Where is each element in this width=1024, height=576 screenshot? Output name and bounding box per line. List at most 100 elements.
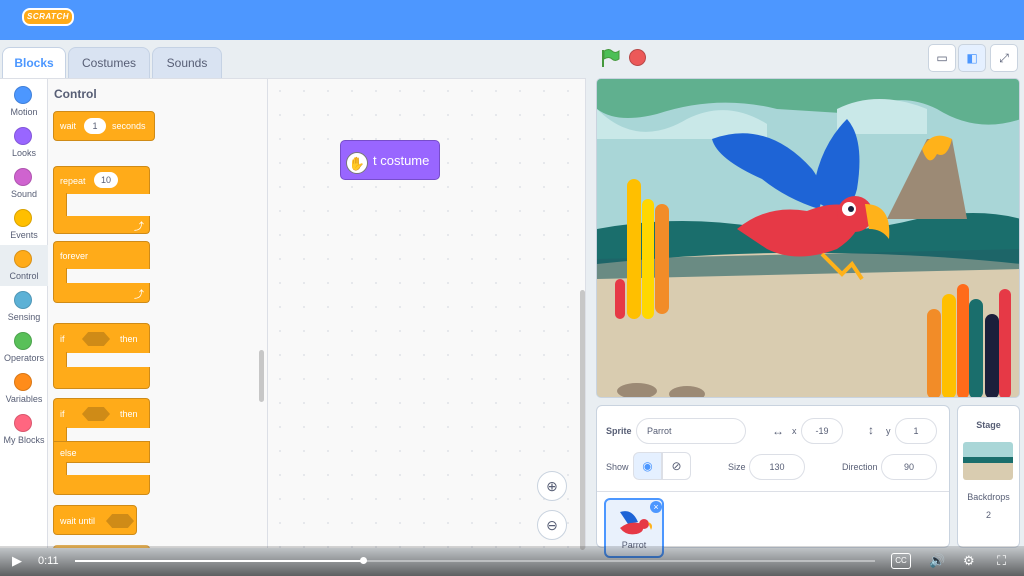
condition-slot[interactable] [82,332,110,346]
green-flag-icon[interactable] [600,49,620,67]
backdrops-label: Backdrops [967,492,1010,502]
zoom-out-button[interactable]: ⊖ [537,510,567,540]
normal-stage-button[interactable]: ◧ [958,44,986,72]
wait-until-block[interactable]: wait until [53,505,137,535]
closed-captions-button[interactable]: CC [891,553,911,569]
show-label: Show [606,462,629,472]
block-palette: Control wait 1 seconds repeat 10 ⤴ forev… [48,78,268,548]
forever-block-foot: ⤴ [53,283,150,303]
block-label: forever [60,251,89,261]
category-label: Variables [5,394,43,404]
palette-scrollbar[interactable] [259,350,264,402]
block-label: repeat [60,176,86,186]
events-dot-icon [14,209,32,227]
category-label: My Blocks [3,435,45,445]
block-label: wait until [60,516,96,526]
backdrop-thumbnail[interactable] [963,442,1013,480]
direction-field[interactable]: 90 [881,454,937,480]
block-label: seconds [112,121,146,131]
category-control[interactable]: Control [0,245,48,286]
settings-gear-icon[interactable]: ⚙ [963,546,975,576]
show-hidden-button[interactable]: ⊘ [662,452,691,480]
tab-costumes[interactable]: Costumes [68,47,150,79]
my-blocks-dot-icon [14,414,32,432]
x-position-field[interactable]: -19 [801,418,843,444]
video-time: 0:11 [38,555,59,567]
condition-slot[interactable] [82,407,110,421]
category-events[interactable]: Events [0,204,48,245]
stop-icon[interactable] [629,49,646,66]
category-label: Operators [3,353,45,363]
category-variables[interactable]: Variables [0,368,48,409]
progress-fill [75,560,363,562]
sound-dot-icon [14,168,32,186]
fullscreen-button[interactable]: ⤢ [990,44,1018,72]
show-visible-button[interactable]: ◉ [633,452,662,480]
tab-blocks[interactable]: Blocks [2,47,66,79]
control-dot-icon [14,250,32,268]
block-label: then [120,409,138,419]
repeat-block-foot: ⤴ [53,216,150,234]
block-label: t costume [373,153,430,168]
category-label: Events [10,230,38,240]
sprite-label: Sprite [606,426,632,436]
video-player-bar: ▶ 0:11 CC 🔊 ⚙ ⛶ [0,546,1024,576]
menu-bar: SCRATCH [0,0,1024,40]
workspace-scrollbar[interactable] [580,290,585,550]
fullscreen-video-icon[interactable]: ⛶ [997,546,1006,576]
x-arrows-icon: ↔ [772,424,784,438]
block-label: if [60,334,65,344]
category-menu: Motion Looks Sound Events Control Sensin… [0,78,48,548]
zoom-in-button[interactable]: ⊕ [537,471,567,501]
stage-canvas[interactable] [596,78,1020,398]
direction-label: Direction [842,462,878,472]
loop-arrow-icon: ⤴ [134,290,144,301]
volume-icon[interactable]: 🔊 [929,546,945,576]
progress-handle[interactable] [360,557,367,564]
size-label: Size [728,462,746,472]
looks-dot-icon [14,127,32,145]
if-else-block[interactable]: if then [53,398,150,428]
if-block-foot [53,367,150,389]
category-label: Control [9,271,39,281]
wait-block[interactable]: wait 1 seconds [53,111,155,141]
repeat-count-input[interactable]: 10 [94,172,118,188]
tab-sounds[interactable]: Sounds [152,47,222,79]
wait-seconds-input[interactable]: 1 [84,118,106,134]
play-icon[interactable]: ▶ [12,546,22,576]
y-label: y [886,426,891,436]
forever-block-arm [53,268,67,284]
category-sensing[interactable]: Sensing [0,286,48,327]
category-operators[interactable]: Operators [0,327,48,368]
if-then-block[interactable]: if then [53,323,150,353]
motion-dot-icon [14,86,32,104]
y-arrows-icon: ↕ [868,423,874,437]
block-label: if [60,409,65,419]
backdrops-count: 2 [985,510,991,520]
category-looks[interactable]: Looks [0,122,48,163]
block-label: wait [60,121,77,131]
category-sound[interactable]: Sound [0,163,48,204]
repeat-block-arm [53,193,67,217]
variables-dot-icon [14,373,32,391]
condition-slot[interactable] [106,514,134,528]
scratch-logo[interactable]: SCRATCH [22,8,74,26]
category-label: Looks [11,148,37,158]
category-my-blocks[interactable]: My Blocks [0,409,48,450]
sprite-name-field[interactable]: Parrot [636,418,746,444]
stage-scene [597,79,1019,397]
loop-arrow-icon: ⤴ [134,222,144,233]
if-block-arm [53,352,67,368]
category-label: Motion [10,107,38,117]
size-field[interactable]: 130 [749,454,805,480]
else-section: else [53,441,150,463]
block-label: then [120,334,138,344]
y-position-field[interactable]: 1 [895,418,937,444]
forever-block[interactable]: forever [53,241,150,269]
if-else-foot [53,475,150,495]
delete-sprite-icon[interactable]: × [650,501,662,513]
repeat-block[interactable]: repeat 10 [53,166,150,194]
category-motion[interactable]: Motion [0,81,48,122]
stage-target-panel[interactable]: Stage Backdrops 2 [957,405,1020,548]
small-stage-button[interactable]: ▭ [928,44,956,72]
